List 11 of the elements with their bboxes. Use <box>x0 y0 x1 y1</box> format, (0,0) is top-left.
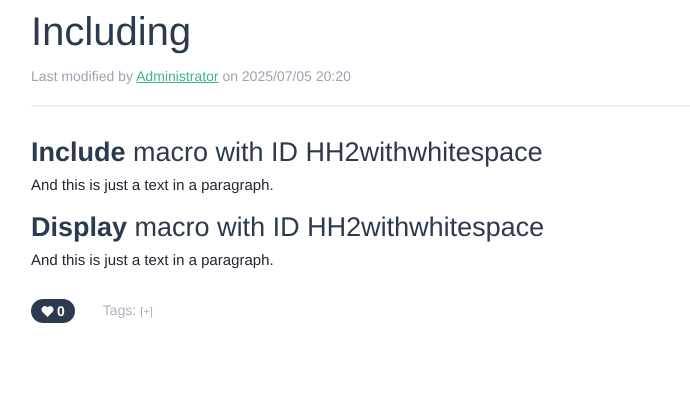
tags-label: Tags: <box>102 302 136 318</box>
section-heading: Include macro with ID HH2withwhitespace <box>31 136 543 169</box>
paragraph: And this is just a text in a paragraph. <box>31 252 274 269</box>
add-tag-link[interactable]: [+] <box>140 306 153 318</box>
page-title: Including <box>31 9 192 56</box>
author-link[interactable]: Administrator <box>136 68 219 84</box>
like-button[interactable]: 0 <box>31 299 75 323</box>
paragraph: And this is just a text in a paragraph. <box>31 177 274 194</box>
section-heading: Display macro with ID HH2withwhitespace <box>31 211 544 244</box>
last-modified-text: Last modified by Administrator on 2025/07/05 20:20 <box>31 68 351 84</box>
heart-icon <box>41 305 54 317</box>
